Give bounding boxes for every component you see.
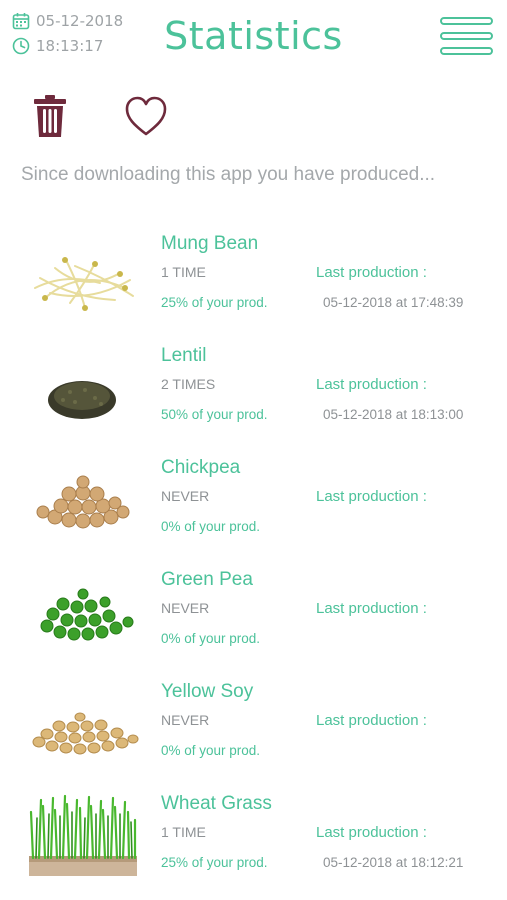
menu-bar-icon <box>440 17 493 25</box>
last-production-label: Last production : <box>316 824 427 841</box>
list-item[interactable]: Chickpea NEVER 0% of your prod. Last pro… <box>0 450 507 562</box>
list-item[interactable]: Yellow Soy NEVER 0% of your prod. Last p… <box>0 674 507 786</box>
list-item[interactable]: Wheat Grass 1 TIME 25% of your prod. Las… <box>0 786 507 898</box>
mung-bean-image <box>34 257 134 311</box>
last-production-label: Last production : <box>316 488 427 505</box>
item-name: Yellow Soy <box>161 681 254 702</box>
last-production-label: Last production : <box>316 712 427 729</box>
list-item[interactable]: Mung Bean 1 TIME 25% of your prod. Last … <box>0 226 507 338</box>
intro-text: Since downloading this app you have prod… <box>21 164 436 185</box>
last-production-label: Last production : <box>316 600 427 617</box>
item-share: 25% of your prod. <box>161 855 268 870</box>
item-name: Lentil <box>161 345 207 366</box>
trash-icon <box>34 95 66 137</box>
item-name: Green Pea <box>161 569 253 590</box>
last-production-value: 05-12-2018 at 17:48:39 <box>323 295 464 310</box>
lentil-image <box>48 381 116 419</box>
item-name: Wheat Grass <box>161 793 272 814</box>
item-share: 0% of your prod. <box>161 631 261 646</box>
hamburger-menu-button[interactable] <box>440 17 493 55</box>
item-count: NEVER <box>161 712 210 728</box>
item-count: NEVER <box>161 600 210 616</box>
heart-icon <box>125 96 167 136</box>
last-production-label: Last production : <box>316 264 427 281</box>
item-count: 2 TIMES <box>161 376 216 392</box>
list-item[interactable]: Lentil 2 TIMES 50% of your prod. Last pr… <box>0 338 507 450</box>
menu-bar-icon <box>440 32 493 40</box>
item-name: Chickpea <box>161 457 241 478</box>
last-production-value: 05-12-2018 at 18:13:00 <box>323 407 464 422</box>
item-share: 25% of your prod. <box>161 295 268 310</box>
favorite-button[interactable] <box>124 95 168 137</box>
last-production-label: Last production : <box>316 376 427 393</box>
list-item[interactable]: Green Pea NEVER 0% of your prod. Last pr… <box>0 562 507 674</box>
item-share: 0% of your prod. <box>161 743 261 758</box>
item-share: 50% of your prod. <box>161 407 268 422</box>
yellow-soy-image <box>32 712 139 755</box>
page-title: Statistics <box>164 14 343 58</box>
menu-bar-icon <box>440 47 493 55</box>
item-count: NEVER <box>161 488 210 504</box>
delete-button[interactable] <box>33 94 67 138</box>
item-share: 0% of your prod. <box>161 519 261 534</box>
last-production-value: 05-12-2018 at 18:12:21 <box>323 855 464 870</box>
item-count: 1 TIME <box>161 824 206 840</box>
green-pea-image <box>40 588 134 641</box>
chickpea-image <box>36 475 130 529</box>
item-name: Mung Bean <box>161 233 259 254</box>
wheat-grass-image <box>29 794 137 876</box>
item-count: 1 TIME <box>161 264 206 280</box>
